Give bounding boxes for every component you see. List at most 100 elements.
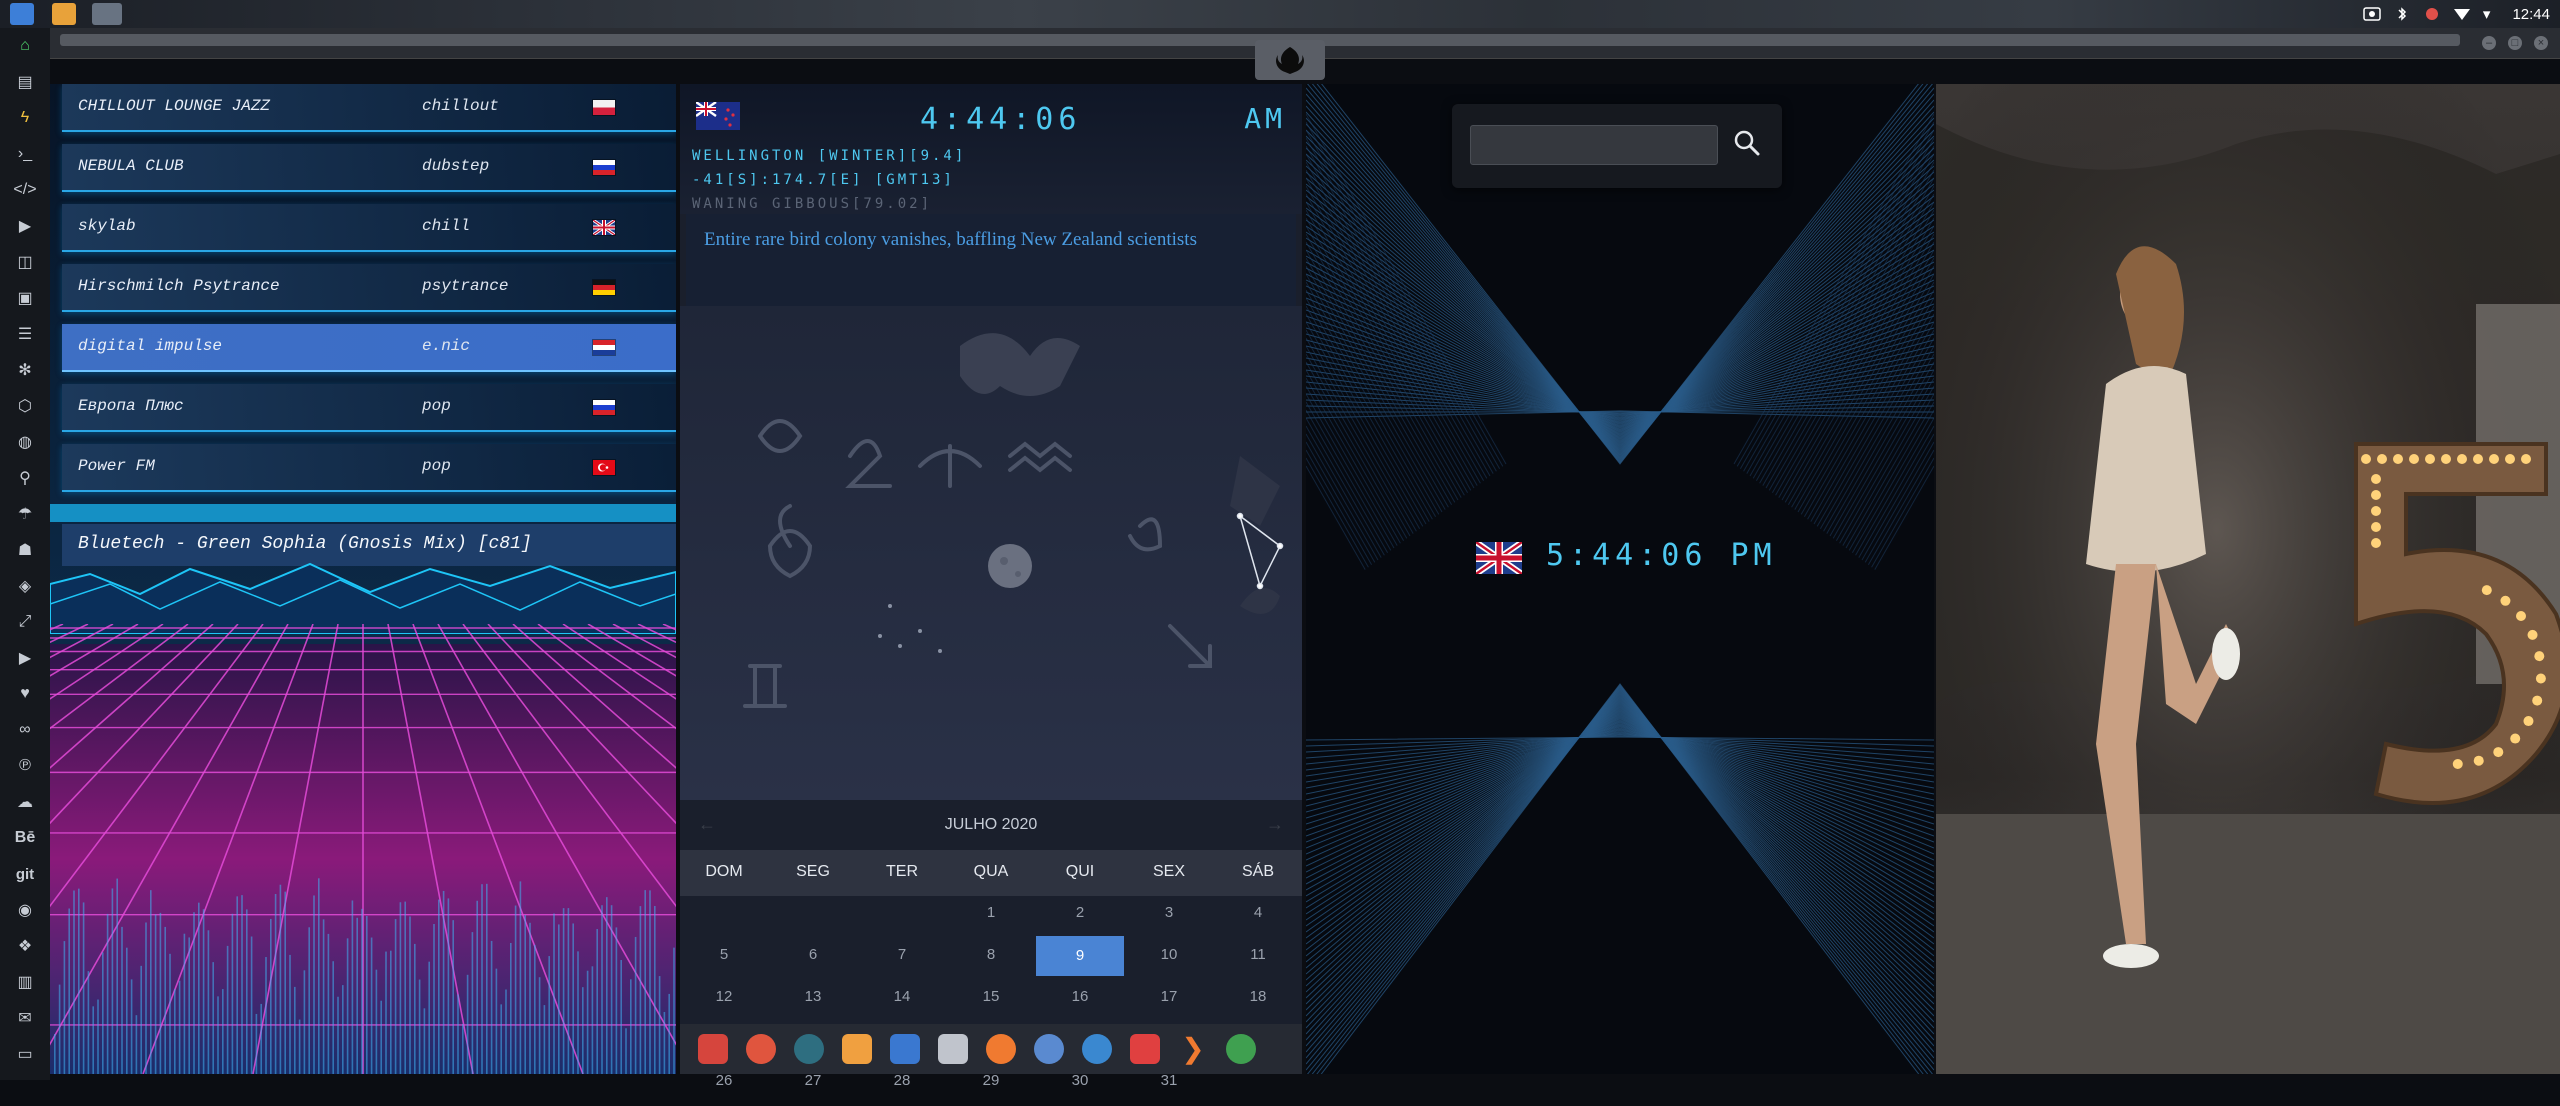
hexagon-icon[interactable]: ⬡	[13, 394, 37, 418]
minimize-button[interactable]: –	[2482, 36, 2496, 50]
play-icon[interactable]: ▶	[13, 214, 37, 238]
wifi-icon[interactable]	[2453, 6, 2471, 22]
launcher-app-icon[interactable]	[52, 3, 76, 25]
station-row[interactable]: Power FM pop	[62, 444, 676, 492]
yandex-icon[interactable]	[1226, 1034, 1256, 1064]
calendar-date[interactable]: 11	[1214, 946, 1302, 963]
chevron-line-pattern	[1306, 84, 1934, 1074]
calendar-date[interactable]: 10	[1125, 946, 1213, 963]
calendar-date[interactable]: 12	[680, 988, 768, 1005]
calendar-date[interactable]: 8	[947, 946, 1035, 963]
calendar-date[interactable]: 17	[1125, 988, 1213, 1005]
screenshot-icon[interactable]	[2363, 6, 2381, 22]
news-card[interactable]: Entire rare bird colony vanishes, baffli…	[686, 214, 1296, 306]
system-clock[interactable]: 12:44	[2512, 6, 2550, 23]
map-icon[interactable]: ▥	[13, 970, 37, 994]
station-row-active[interactable]: digital impulse e.nic	[62, 324, 676, 372]
mirror-icon[interactable]: ◫	[13, 250, 37, 274]
station-row[interactable]: Европа Плюс pop	[62, 384, 676, 432]
calendar-date[interactable]: 3	[1125, 904, 1213, 921]
maximize-button[interactable]: □	[2508, 36, 2522, 50]
github-icon[interactable]: ◉	[13, 898, 37, 922]
search-app-icon[interactable]	[986, 1034, 1016, 1064]
dropbox-icon[interactable]: ❖	[13, 934, 37, 958]
browser-icon[interactable]	[1082, 1034, 1112, 1064]
home-icon[interactable]: ⌂	[13, 34, 37, 58]
code-icon[interactable]: </>	[13, 178, 37, 202]
calendar-date[interactable]: 27	[769, 1072, 857, 1089]
search-input[interactable]	[1470, 125, 1718, 165]
calendar-month-title[interactable]: JULHO 2020	[680, 816, 1302, 834]
calendar-date[interactable]: 18	[1214, 988, 1302, 1005]
calendar-date[interactable]: 4	[1214, 904, 1302, 921]
calendar-date[interactable]: 31	[1125, 1072, 1213, 1089]
nz-clock-widget: 4:44:06 AM WELLINGTON [WINTER][9.4] -41[…	[680, 84, 1302, 214]
calendar-date[interactable]: 2	[1036, 904, 1124, 921]
bluetooth-icon[interactable]	[2393, 6, 2411, 22]
umbrella-icon[interactable]: ☂	[13, 502, 37, 526]
inbox-icon[interactable]: ▭	[13, 1042, 37, 1066]
files-app-icon[interactable]	[10, 3, 34, 25]
image-icon[interactable]: ▣	[13, 286, 37, 310]
image-app-icon[interactable]	[92, 3, 122, 25]
lightning-icon[interactable]: ϟ	[13, 106, 37, 130]
terminal-icon[interactable]: ›_	[13, 142, 37, 166]
calendar-date[interactable]: 29	[947, 1072, 1035, 1089]
calendar-date[interactable]: 16	[1036, 988, 1124, 1005]
calendar-date[interactable]: 14	[858, 988, 946, 1005]
search-widget	[1452, 104, 1782, 188]
youtube-icon[interactable]: ▶	[13, 646, 37, 670]
heart-icon[interactable]: ♥	[13, 682, 37, 706]
station-row[interactable]: Hirschmilch Psytrance psytrance	[62, 264, 676, 312]
forward-icon[interactable]: ❯	[1178, 1034, 1208, 1064]
calendar-date[interactable]: 13	[769, 988, 857, 1005]
uk-flag-icon	[1476, 542, 1522, 574]
calendar-date[interactable]: 1	[947, 904, 1035, 921]
alert-icon[interactable]	[2423, 6, 2441, 22]
behance-icon[interactable]: Bē	[13, 826, 37, 850]
system-monitor-icon[interactable]	[794, 1034, 824, 1064]
image-viewer-icon[interactable]	[842, 1034, 872, 1064]
document-icon[interactable]: ▤	[13, 70, 37, 94]
lastfm-icon[interactable]: ∞	[13, 718, 37, 742]
close-button[interactable]: ×	[2534, 36, 2548, 50]
calendar-date[interactable]: 7	[858, 946, 946, 963]
calendar-date[interactable]: 15	[947, 988, 1035, 1005]
news-headline[interactable]: Entire rare bird colony vanishes, baffli…	[704, 228, 1264, 251]
mail-client-icon[interactable]	[890, 1034, 920, 1064]
calendar-date[interactable]: 28	[858, 1072, 946, 1089]
pinterest-icon[interactable]: ℗	[13, 754, 37, 778]
git-icon[interactable]: git	[13, 862, 37, 886]
calendar-date[interactable]: 6	[769, 946, 857, 963]
search-icon[interactable]	[1732, 128, 1762, 158]
atom-icon[interactable]: ✻	[13, 358, 37, 382]
calendar-date[interactable]: 30	[1036, 1072, 1124, 1089]
station-row[interactable]: CHILLOUT LOUNGE JAZZ chillout	[62, 84, 676, 132]
notes-icon[interactable]	[938, 1034, 968, 1064]
expand-icon[interactable]: ⤢	[13, 610, 37, 634]
calendar-next-button[interactable]: →	[1266, 814, 1284, 835]
calendar-date[interactable]: 5	[680, 946, 768, 963]
croatia-flag-icon	[592, 339, 616, 356]
hourglass-icon[interactable]	[746, 1034, 776, 1064]
app-launcher-icon[interactable]	[698, 1034, 728, 1064]
calendar-date-selected[interactable]: 9	[1036, 936, 1124, 976]
news-icon[interactable]: ☰	[13, 322, 37, 346]
chevron-down-icon[interactable]: ▾	[2483, 5, 2491, 23]
station-row[interactable]: NEBULA CLUB dubstep	[62, 144, 676, 192]
weekday-label: QUA	[973, 863, 1009, 880]
calendar-app-icon[interactable]	[1130, 1034, 1160, 1064]
fill-icon[interactable]: ◈	[13, 574, 37, 598]
calendar-date[interactable]: 26	[680, 1072, 768, 1089]
zodiac-illustration	[680, 306, 1302, 800]
station-name: NEBULA CLUB	[78, 157, 184, 175]
station-row[interactable]: skylab chill	[62, 204, 676, 252]
clock-app-icon[interactable]	[1034, 1034, 1064, 1064]
clock-panel: 4:44:06 AM WELLINGTON [WINTER][9.4] -41[…	[680, 84, 1302, 1089]
globe-icon[interactable]: ◍	[13, 430, 37, 454]
contact-icon[interactable]: ☗	[13, 538, 37, 562]
search-icon[interactable]: ⚲	[13, 466, 37, 490]
pattern-panel: 5:44:06 PM	[1306, 84, 1934, 1074]
mail-icon[interactable]: ✉	[13, 1006, 37, 1030]
cloud-icon[interactable]: ☁	[13, 790, 37, 814]
